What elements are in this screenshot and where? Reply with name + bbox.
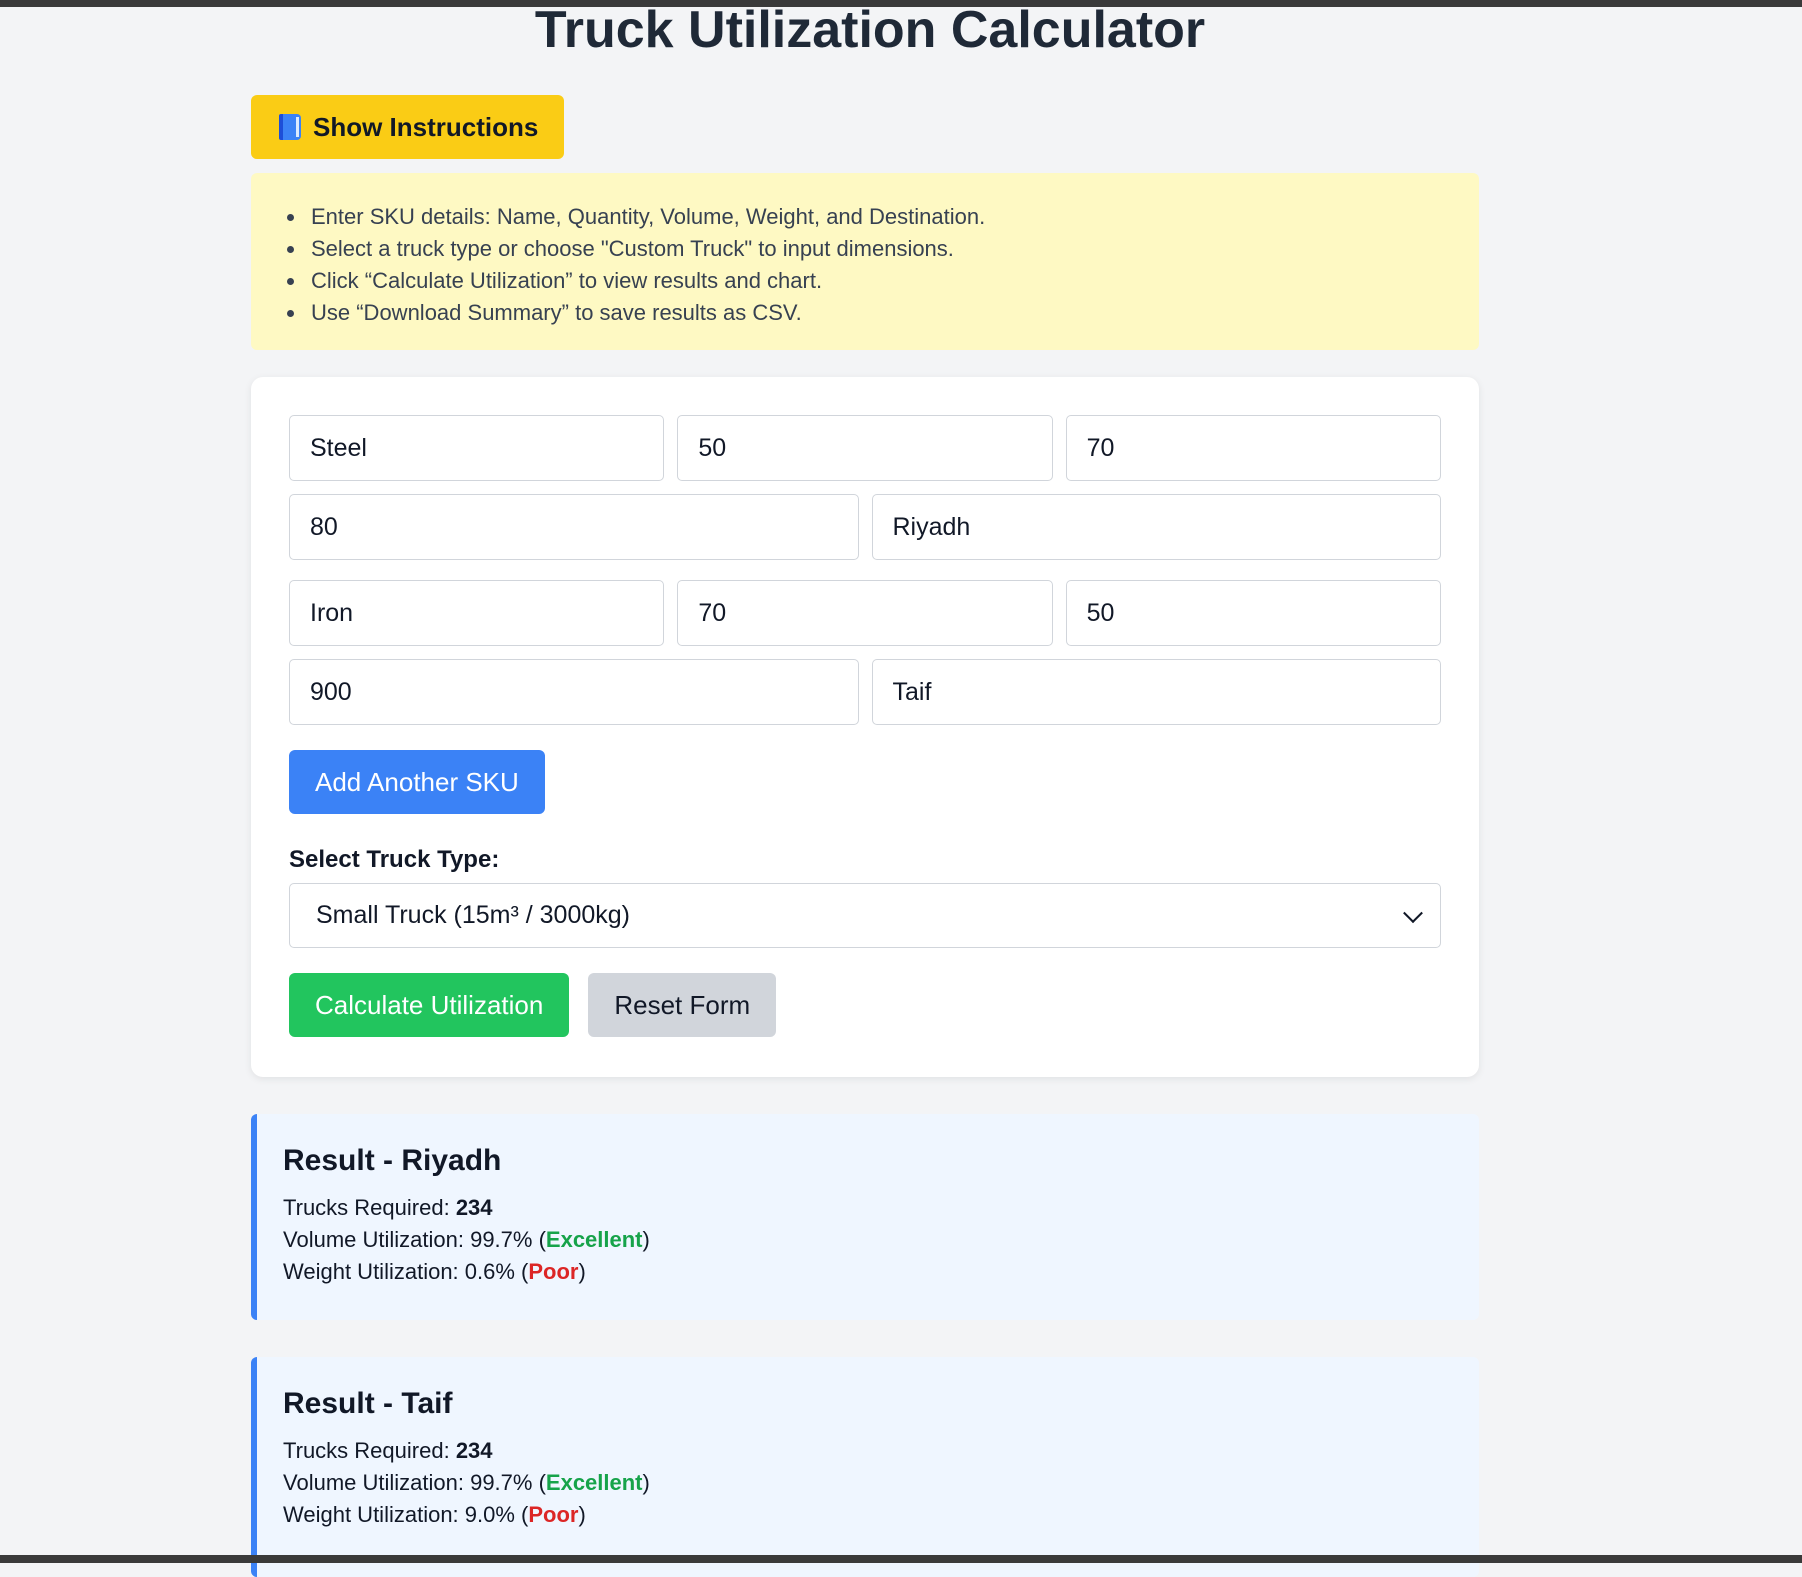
trucks-required-value: 234 xyxy=(455,1438,493,1463)
volume-rating: Excellent xyxy=(545,1470,643,1495)
book-icon xyxy=(279,114,301,140)
weight-rating: Poor xyxy=(528,1502,579,1527)
volume-rating: Excellent xyxy=(545,1227,643,1252)
page-title: Truck Utilization Calculator xyxy=(534,1,1206,59)
sku-quantity-input[interactable] xyxy=(677,580,1053,646)
sku-1-row-b xyxy=(289,494,1441,560)
sku-name-input[interactable] xyxy=(289,415,665,481)
weight-utilization-label: Weight Utilization: 9.0% ( xyxy=(283,1502,529,1527)
reset-button[interactable]: Reset Form xyxy=(588,973,777,1037)
truck-type-select[interactable]: Small Truck (15m³ / 3000kg) xyxy=(289,883,1441,948)
instructions-panel: Enter SKU details: Name, Quantity, Volum… xyxy=(251,173,1479,350)
weight-rating: Poor xyxy=(528,1259,579,1284)
weight-utilization-line: Weight Utilization: 0.6% (Poor) xyxy=(283,1256,1453,1288)
instruction-item: Enter SKU details: Name, Quantity, Volum… xyxy=(307,201,1455,233)
instruction-item: Click “Calculate Utilization” to view re… xyxy=(307,265,1455,297)
sku-quantity-input[interactable] xyxy=(677,415,1053,481)
main-container: Show Instructions Enter SKU details: Nam… xyxy=(251,95,1479,1577)
close-paren: ) xyxy=(642,1470,650,1495)
sku-volume-input[interactable] xyxy=(1065,580,1441,646)
show-instructions-button[interactable]: Show Instructions xyxy=(251,95,565,159)
trucks-required-label: Trucks Required: xyxy=(283,1195,456,1220)
truck-type-label: Select Truck Type: xyxy=(289,846,500,873)
trucks-required-value: 234 xyxy=(455,1195,493,1220)
trucks-required-line: Trucks Required: 234 xyxy=(283,1192,1453,1224)
truck-type-selected-value: Small Truck (15m³ / 3000kg) xyxy=(316,901,630,929)
sku-volume-input[interactable] xyxy=(1065,415,1441,481)
sku-name-input[interactable] xyxy=(289,580,665,646)
volume-utilization-line: Volume Utilization: 99.7% (Excellent) xyxy=(283,1224,1453,1256)
sku-2-row-b xyxy=(289,659,1441,725)
result-panel: Result - Riyadh Trucks Required: 234 Vol… xyxy=(251,1114,1479,1320)
sku-destination-input[interactable] xyxy=(871,494,1441,560)
trucks-required-label: Trucks Required: xyxy=(283,1438,456,1463)
volume-utilization-label: Volume Utilization: 99.7% ( xyxy=(283,1470,546,1495)
instruction-item: Use “Download Summary” to save results a… xyxy=(307,297,1455,329)
calculate-button[interactable]: Calculate Utilization xyxy=(289,973,570,1037)
volume-utilization-line: Volume Utilization: 99.7% (Excellent) xyxy=(283,1467,1453,1499)
sku-2-row-a xyxy=(289,580,1441,646)
sku-weight-input[interactable] xyxy=(289,659,859,725)
close-paren: ) xyxy=(578,1502,586,1527)
weight-utilization-line: Weight Utilization: 9.0% (Poor) xyxy=(283,1499,1453,1531)
close-paren: ) xyxy=(578,1259,586,1284)
result-panel: Result - Taif Trucks Required: 234 Volum… xyxy=(251,1357,1479,1577)
volume-utilization-label: Volume Utilization: 99.7% ( xyxy=(283,1227,546,1252)
window-bottom-bar xyxy=(0,1555,1802,1563)
result-title: Result - Taif xyxy=(283,1387,453,1420)
form-actions: Calculate Utilization Reset Form xyxy=(289,973,1441,1037)
sku-form-card: Add Another SKU Select Truck Type: Small… xyxy=(251,377,1479,1077)
chevron-down-icon xyxy=(1403,902,1423,923)
instructions-list: Enter SKU details: Name, Quantity, Volum… xyxy=(275,201,1455,329)
sku-weight-input[interactable] xyxy=(289,494,859,560)
instruction-item: Select a truck type or choose "Custom Tr… xyxy=(307,233,1455,265)
result-title: Result - Riyadh xyxy=(283,1144,502,1177)
weight-utilization-label: Weight Utilization: 0.6% ( xyxy=(283,1259,529,1284)
trucks-required-line: Trucks Required: 234 xyxy=(283,1435,1453,1467)
sku-destination-input[interactable] xyxy=(871,659,1441,725)
show-instructions-label: Show Instructions xyxy=(313,111,539,142)
sku-1-row-a xyxy=(289,415,1441,481)
add-sku-button[interactable]: Add Another SKU xyxy=(289,750,545,814)
close-paren: ) xyxy=(642,1227,650,1252)
